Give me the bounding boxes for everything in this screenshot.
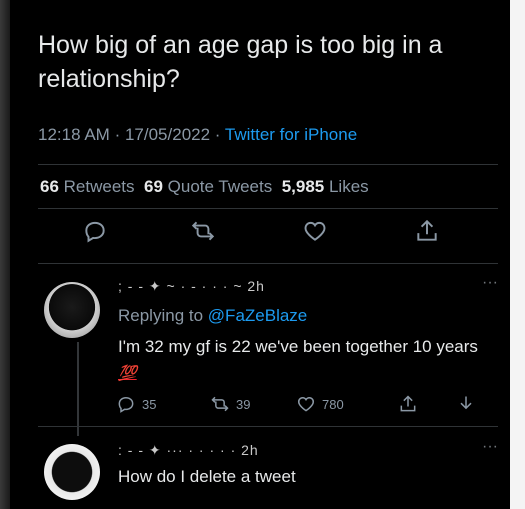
quote-tweets-stat[interactable]: 69 Quote Tweets (144, 177, 272, 196)
reply-icon (118, 396, 134, 413)
retweets-stat[interactable]: 66 Retweets (40, 177, 135, 196)
replying-to: Replying to @FaZeBlaze (118, 306, 308, 325)
reply-text: How do I delete a tweet (118, 467, 296, 486)
reply-count: 35 (142, 396, 157, 412)
tweet-screenshot: How big of an age gap is too big in a re… (0, 0, 510, 509)
replying-handle-link[interactable]: @FaZeBlaze (208, 306, 307, 325)
tweet-stats: 66 Retweets 69 Quote Tweets 5,985 Likes (40, 177, 369, 197)
thread-line (77, 342, 79, 436)
heart-icon[interactable] (302, 218, 332, 248)
share-icon[interactable] (414, 218, 444, 248)
tweet-source-link[interactable]: Twitter for iPhone (225, 125, 357, 144)
reply-button[interactable]: 35 (116, 394, 156, 414)
like-button[interactable]: 780 (296, 394, 344, 414)
retweet-count: 39 (236, 396, 251, 412)
heart-icon (297, 396, 315, 412)
avatar[interactable] (44, 282, 100, 338)
tweet-meta: 12:18 AM · 17/05/2022 · Twitter for iPho… (38, 125, 357, 145)
divider (38, 263, 498, 264)
tweet-actions (38, 218, 478, 254)
divider (38, 426, 498, 427)
tweet-detail: How big of an age gap is too big in a re… (38, 0, 510, 509)
divider (38, 164, 498, 165)
hundred-points-emoji: 💯 (118, 365, 137, 382)
more-icon[interactable]: ··· (482, 438, 498, 456)
retweet-icon (211, 396, 229, 412)
more-icon[interactable]: ··· (482, 274, 498, 292)
share-icon[interactable] (398, 394, 418, 414)
redacted-username[interactable]: : - - ✦ ··· · · · · · 2h (118, 442, 259, 459)
retweet-button[interactable]: 39 (210, 394, 250, 414)
retweet-icon[interactable] (190, 218, 220, 248)
like-count: 780 (322, 396, 344, 412)
meta-separator: · (114, 125, 121, 144)
tweet-text: How big of an age gap is too big in a re… (38, 31, 443, 93)
reply-tweet[interactable]: ; - - ✦ ~ · - · · · ~ 2h ··· Replying to… (38, 270, 510, 436)
reply-icon[interactable] (82, 218, 112, 248)
download-icon[interactable] (456, 394, 476, 414)
left-edge-strip (0, 0, 10, 509)
likes-stat[interactable]: 5,985 Likes (282, 177, 369, 196)
reply-tweet[interactable]: : - - ✦ ··· · · · · · 2h ··· How do I de… (38, 434, 510, 509)
reply-actions: 35 39 780 (116, 394, 496, 416)
tweet-time: 12:18 AM (38, 125, 110, 144)
page-margin (510, 0, 525, 509)
tweet-date: 17/05/2022 (124, 125, 211, 144)
avatar[interactable] (44, 444, 100, 500)
meta-separator: · (214, 125, 221, 144)
reply-text: I'm 32 my gf is 22 we've been together 1… (118, 337, 478, 382)
redacted-username[interactable]: ; - - ✦ ~ · - · · · ~ 2h (118, 278, 265, 295)
divider (38, 208, 498, 209)
